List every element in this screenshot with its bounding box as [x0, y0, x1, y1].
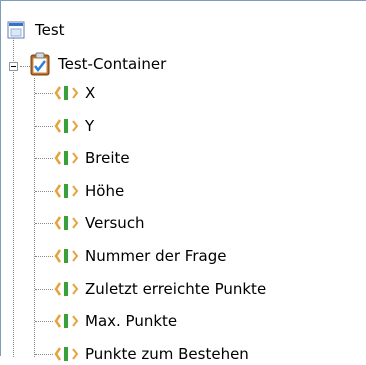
tree-line-branch: [35, 93, 53, 94]
tree-node-label: Breite: [85, 149, 130, 167]
tree-node-label: Zuletzt erreichte Punkte: [85, 280, 267, 298]
tree-line-branch: [35, 158, 53, 159]
tree-line-branch: [35, 126, 53, 127]
tree-node-label: Höhe: [85, 182, 125, 200]
tree-node-variable[interactable]: Nummer der Frage: [53, 245, 228, 267]
clipboard-checklist-icon: [30, 52, 50, 76]
tree-node-variable[interactable]: Zuletzt erreichte Punkte: [53, 278, 268, 300]
variable-icon: [53, 311, 83, 331]
tree-node-label: Punkte zum Bestehen: [85, 345, 249, 363]
tree-line-branch: [35, 256, 53, 257]
tree-node-label: X: [85, 84, 96, 102]
variable-icon: [53, 279, 83, 299]
variable-icon: [53, 116, 83, 136]
tree-line-root: [13, 34, 14, 357]
tree-node-label: Test: [35, 21, 65, 39]
tree-node-label: Versuch: [85, 214, 145, 232]
tree-node-variable[interactable]: Versuch: [53, 212, 147, 234]
variable-icon: [53, 246, 83, 266]
tree-node-container[interactable]: Test-Container: [29, 52, 168, 76]
tree-node-variable[interactable]: X: [53, 82, 97, 104]
tree-node-variable[interactable]: Max. Punkte: [53, 310, 179, 332]
variable-icon: [53, 213, 83, 233]
tree-node-label: Nummer der Frage: [85, 247, 227, 265]
tree-node-label: Test-Container: [58, 55, 167, 73]
tree-node-label: Max. Punkte: [85, 312, 178, 330]
variable-icon: [53, 344, 83, 364]
tree-node-variable[interactable]: Höhe: [53, 180, 126, 202]
tree-line-branch: [35, 223, 53, 224]
tree-line-branch: [35, 321, 53, 322]
tree-line-branch: [35, 191, 53, 192]
variable-icon: [53, 83, 83, 103]
tree-line-container: [34, 78, 35, 357]
tree-node-root[interactable]: Test: [7, 19, 67, 41]
variable-icon: [53, 181, 83, 201]
tree-line-branch: [35, 354, 53, 355]
variable-icon: [53, 148, 83, 168]
collapse-toggle[interactable]: [9, 62, 18, 71]
tree-node-variable[interactable]: Y: [53, 115, 96, 137]
tree-line-branch: [35, 289, 53, 290]
tree-node-variable[interactable]: Breite: [53, 147, 132, 169]
tree-node-label: Y: [85, 117, 95, 135]
tree-view: Test Test-Container X Y Breite Höhe Vers…: [0, 0, 366, 363]
tree-node-variable[interactable]: Punkte zum Bestehen: [53, 343, 251, 365]
window-icon: [7, 21, 25, 39]
